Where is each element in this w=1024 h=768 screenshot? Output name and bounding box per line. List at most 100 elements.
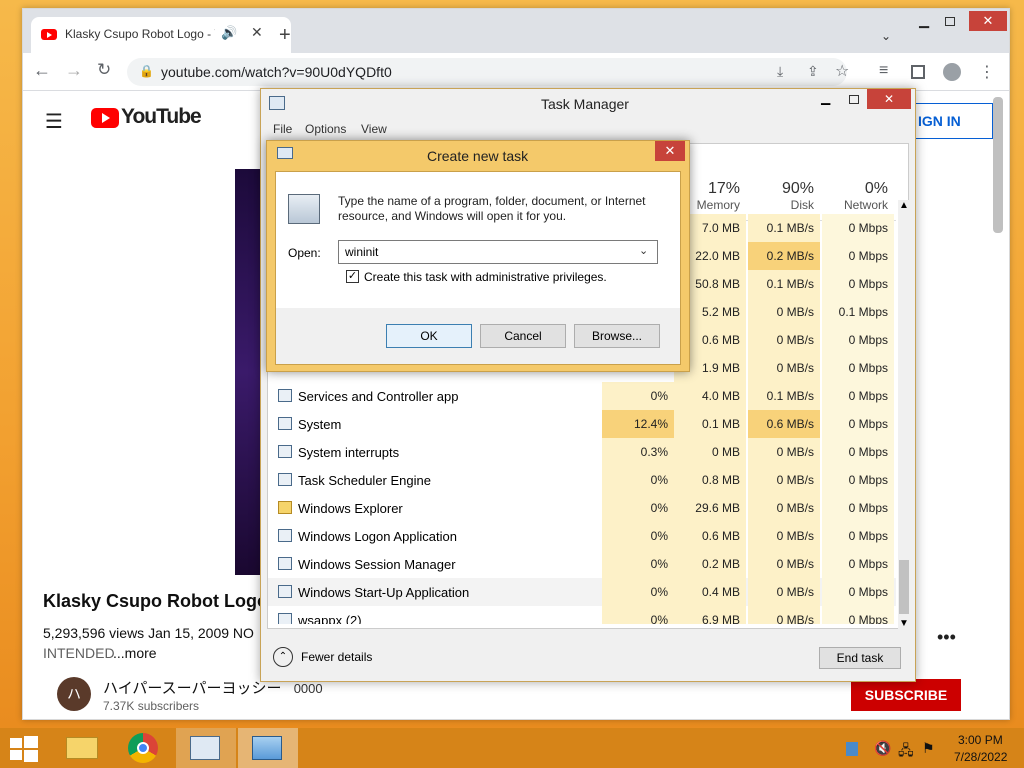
scroll-up-icon[interactable]: ▲: [899, 200, 909, 211]
network-status-icon[interactable]: 🖧: [898, 740, 914, 764]
network-tray-icon[interactable]: [846, 742, 858, 756]
dialog-body: Type the name of a program, folder, docu…: [275, 171, 681, 365]
end-task-button[interactable]: End task: [819, 647, 901, 669]
task-manager-app-icon: [269, 96, 285, 110]
volume-muted-icon[interactable]: 🔇: [874, 740, 891, 757]
cell-net: 0 Mbps: [822, 578, 894, 606]
run-taskbar-button[interactable]: [238, 728, 298, 768]
fewer-details-link[interactable]: Fewer details: [301, 650, 372, 664]
clock-date[interactable]: 7/28/2022: [954, 750, 1007, 764]
cell-disk: 0.1 MB/s: [748, 214, 820, 242]
cell-net: 0 Mbps: [822, 438, 894, 466]
ok-button[interactable]: OK: [386, 324, 472, 348]
collapse-chevron-icon[interactable]: ⌃: [273, 647, 293, 667]
hamburger-menu-icon[interactable]: ☰: [45, 109, 63, 134]
tm-minimize-button[interactable]: ▁: [821, 91, 830, 105]
table-row[interactable]: System interrupts 0.3% 0 MB 0 MB/s 0 Mbps: [268, 438, 896, 466]
cell-disk: 0.1 MB/s: [748, 382, 820, 410]
dialog-close-button[interactable]: ✕: [655, 141, 685, 161]
cell-net: 0 Mbps: [822, 410, 894, 438]
chrome-taskbar-button[interactable]: [114, 728, 174, 768]
menu-options[interactable]: Options: [305, 122, 346, 136]
menu-kebab-icon[interactable]: ⋮: [979, 62, 995, 82]
table-row[interactable]: Task Scheduler Engine 0% 0.8 MB 0 MB/s 0 Mbp…: [268, 466, 896, 494]
cell-cpu: 0%: [602, 522, 674, 550]
cell-cpu: 0%: [602, 550, 674, 578]
cell-net: 0 Mbps: [822, 494, 894, 522]
browse-button[interactable]: Browse...: [574, 324, 660, 348]
task-manager-taskbar-button[interactable]: [176, 728, 236, 768]
tm-close-button[interactable]: ✕: [867, 89, 911, 109]
tm-maximize-button[interactable]: [849, 95, 859, 104]
scroll-down-icon[interactable]: ▼: [899, 618, 909, 629]
table-row[interactable]: ▷wsappx (2)0%6.9 MB0 MB/s0 Mbps: [268, 606, 896, 624]
admin-privileges-checkbox[interactable]: ✓: [346, 270, 359, 283]
youtube-logo-text[interactable]: YouTube: [121, 105, 202, 129]
open-input-value[interactable]: wininit: [345, 245, 378, 259]
show-more-link[interactable]: ...more: [113, 645, 157, 661]
more-actions-icon[interactable]: •••: [937, 627, 956, 648]
cell-disk: 0 MB/s: [748, 298, 820, 326]
side-panel-icon[interactable]: [911, 65, 925, 79]
process-icon: [278, 445, 292, 458]
back-icon[interactable]: ←: [33, 60, 51, 81]
browser-tab[interactable]: Klasky Csupo Robot Logo - Y 🔊 ✕: [31, 17, 291, 53]
media-control-icon[interactable]: ≡: [879, 62, 888, 80]
windows-start-icon[interactable]: [10, 736, 38, 762]
window-close-button[interactable]: ✕: [969, 11, 1007, 31]
file-explorer-taskbar-button[interactable]: [52, 728, 112, 768]
task-manager-title: Task Manager: [541, 96, 629, 112]
open-combobox[interactable]: wininit ⌄: [338, 240, 658, 264]
disk-label: Disk: [790, 198, 814, 212]
table-scrollbar[interactable]: ▲ ▼: [898, 200, 910, 630]
cancel-button[interactable]: Cancel: [480, 324, 566, 348]
menu-view[interactable]: View: [361, 122, 387, 136]
table-row[interactable]: Windows Session Manager 0% 0.2 MB 0 MB/s 0 M…: [268, 550, 896, 578]
subscribe-button[interactable]: SUBSCRIBE: [851, 679, 961, 711]
table-row[interactable]: Windows Explorer 0% 29.6 MB 0 MB/s 0 Mbps: [268, 494, 896, 522]
folder-icon: [66, 737, 98, 759]
table-row[interactable]: Windows Logon Application 0% 0.6 MB 0 MB/s 0…: [268, 522, 896, 550]
channel-avatar[interactable]: ハ: [57, 677, 91, 711]
cell-net: 0 Mbps: [822, 382, 894, 410]
tab-search-icon[interactable]: ⌄: [881, 29, 891, 43]
speaker-icon[interactable]: 🔊: [221, 25, 237, 41]
cell-disk: 0 MB/s: [748, 466, 820, 494]
table-row[interactable]: System 12.4% 0.1 MB 0.6 MB/s 0 Mbps: [268, 410, 896, 438]
admin-privileges-label[interactable]: Create this task with administrative pri…: [364, 270, 607, 284]
install-icon[interactable]: ⤓: [777, 63, 783, 80]
share-icon[interactable]: ⇪: [807, 63, 819, 80]
new-tab-button[interactable]: +: [279, 24, 291, 47]
action-center-icon[interactable]: ⚑: [922, 740, 935, 757]
profile-icon[interactable]: [943, 63, 961, 81]
cell-mem: 0 MB: [674, 438, 746, 466]
clock-time[interactable]: 3:00 PM: [958, 733, 1003, 747]
youtube-logo-icon[interactable]: [91, 108, 119, 128]
process-name: Windows Session Manager: [298, 557, 456, 572]
address-bar[interactable]: 🔒 youtube.com/watch?v=90U0dYQDft0 ⤓ ⇪ ☆: [127, 58, 849, 86]
cell-mem: 4.0 MB: [674, 382, 746, 410]
page-scrollbar[interactable]: [993, 97, 1003, 233]
subscriber-count: 7.37K subscribers: [103, 699, 200, 713]
table-row[interactable]: Services and Controller app 0% 4.0 MB 0.1 M…: [268, 382, 896, 410]
run-dialog-icon: [252, 736, 282, 760]
cell-net: 0 Mbps: [822, 326, 894, 354]
reload-icon[interactable]: ↻: [97, 60, 111, 80]
table-row[interactable]: Windows Start-Up Application 0% 0.4 MB 0 MB…: [268, 578, 896, 606]
network-label: Network: [843, 198, 888, 212]
dialog-app-icon: [277, 147, 293, 159]
dropdown-chevron-icon[interactable]: ⌄: [639, 244, 648, 257]
scrollbar-thumb[interactable]: [899, 560, 909, 614]
minimize-button[interactable]: ▁: [919, 13, 929, 29]
menu-file[interactable]: File: [273, 122, 292, 136]
run-program-icon: [288, 194, 320, 224]
cell-disk: 0 MB/s: [748, 494, 820, 522]
video-meta: 5,293,596 views Jan 15, 2009 NO: [43, 625, 254, 641]
close-tab-icon[interactable]: ✕: [251, 24, 263, 41]
network-percent: 0%: [864, 180, 888, 197]
forward-icon[interactable]: →: [65, 60, 83, 81]
cell-cpu: 0%: [602, 606, 674, 624]
sign-in-button[interactable]: IGN IN: [903, 103, 993, 139]
bookmark-star-icon[interactable]: ☆: [835, 61, 849, 81]
maximize-button[interactable]: [945, 17, 955, 26]
